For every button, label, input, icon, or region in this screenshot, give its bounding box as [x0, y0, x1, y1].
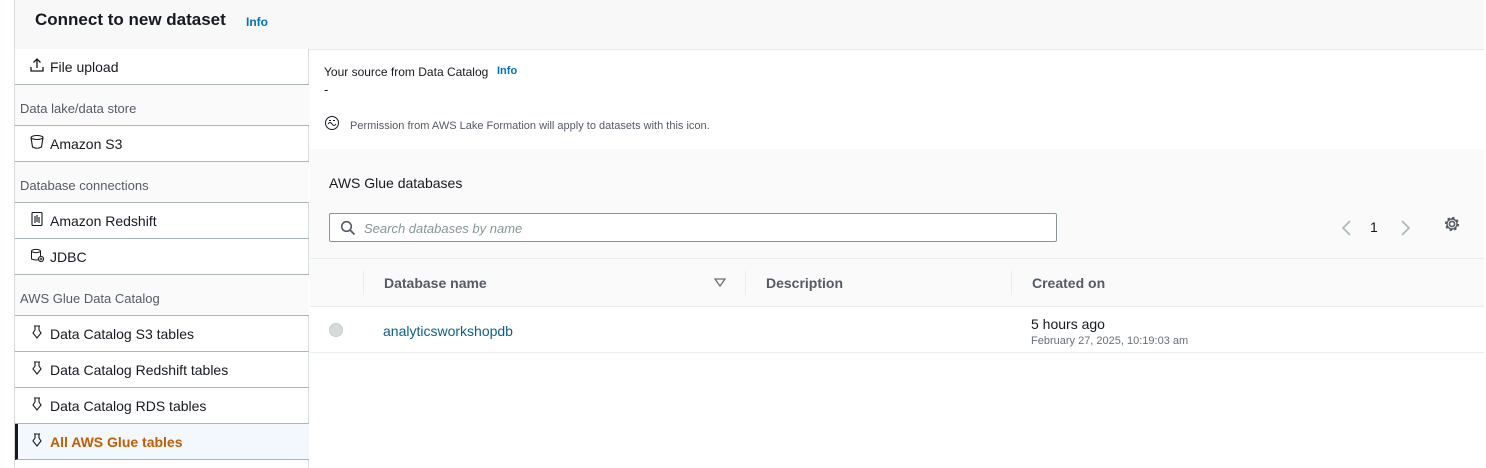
sidebar-item-catalog-redshift[interactable]: Data Catalog Redshift tables: [15, 352, 309, 388]
database-connection-icon: [31, 248, 45, 263]
sidebar-item-catalog-s3[interactable]: Data Catalog S3 tables: [15, 316, 309, 352]
column-divider: [1011, 271, 1012, 295]
sidebar-item-label: Data Catalog S3 tables: [50, 326, 194, 342]
page-number[interactable]: 1: [1370, 219, 1378, 235]
databases-header: AWS Glue databases 1: [310, 149, 1484, 259]
sidebar-item-label: Data Catalog Redshift tables: [50, 362, 229, 378]
permission-note: Permission from AWS Lake Formation will …: [350, 120, 710, 132]
bucket-icon: [30, 134, 44, 149]
search-field[interactable]: [329, 213, 1057, 242]
table-row[interactable]: analyticsworkshopdb 5 hours ago February…: [310, 307, 1484, 353]
created-relative: 5 hours ago: [1031, 316, 1105, 332]
glue-icon: [32, 325, 42, 339]
sidebar-item-amazon-s3[interactable]: Amazon S3: [15, 126, 309, 162]
source-sidebar: File upload Data lake/data store Amazon …: [14, 49, 309, 468]
sidebar-group-database: Database connections: [15, 162, 309, 203]
sidebar-item-label: Amazon Redshift: [50, 213, 157, 229]
header-info-link[interactable]: Info: [246, 15, 268, 29]
sidebar-group-label: Database connections: [20, 178, 149, 193]
table-header: Database name Description Created on: [310, 259, 1484, 307]
lake-formation-icon: [325, 116, 339, 130]
sidebar-item-label: JDBC: [50, 249, 87, 265]
sidebar-item-label: File upload: [50, 59, 119, 75]
source-label: Your source from Data Catalog: [324, 65, 489, 79]
sidebar-group-glue: AWS Glue Data Catalog: [15, 275, 309, 316]
created-absolute: February 27, 2025, 10:19:03 am: [1031, 335, 1189, 347]
databases-title: AWS Glue databases: [329, 175, 463, 191]
gear-icon[interactable]: [1443, 215, 1461, 233]
sidebar-item-catalog-rds[interactable]: Data Catalog RDS tables: [15, 388, 309, 424]
sidebar-item-label: All AWS Glue tables: [50, 434, 183, 450]
search-input[interactable]: [364, 218, 1044, 238]
column-header-created-on[interactable]: Created on: [1032, 275, 1105, 291]
row-radio[interactable]: [329, 323, 343, 337]
column-divider: [363, 271, 364, 295]
sidebar-item-amazon-redshift[interactable]: Amazon Redshift: [15, 203, 309, 239]
sidebar-group-label: Data lake/data store: [20, 101, 137, 116]
databases-panel: AWS Glue databases 1: [310, 149, 1484, 468]
column-divider: [745, 271, 746, 295]
sidebar-group-label: AWS Glue Data Catalog: [20, 291, 160, 306]
sidebar-item-label: Data Catalog RDS tables: [50, 398, 207, 414]
upload-icon: [30, 58, 44, 72]
sidebar-item-file-upload[interactable]: File upload: [15, 49, 309, 85]
page-title: Connect to new dataset: [35, 10, 226, 29]
main-panel: Your source from Data Catalog Info - Per…: [310, 49, 1484, 468]
database-name-link[interactable]: analyticsworkshopdb: [383, 323, 513, 339]
column-header-database-name[interactable]: Database name: [384, 275, 487, 291]
sidebar-item-jdbc[interactable]: JDBC: [15, 239, 309, 275]
sort-down-icon[interactable]: [714, 278, 726, 288]
sidebar-item-label: Amazon S3: [50, 136, 123, 152]
page-header: Connect to new dataset Info: [14, 0, 1484, 50]
glue-icon: [32, 433, 42, 447]
search-icon: [340, 220, 356, 236]
glue-icon: [32, 397, 42, 411]
chevron-left-icon[interactable]: [1338, 217, 1356, 239]
column-header-description[interactable]: Description: [766, 275, 843, 291]
redshift-icon: [31, 211, 43, 227]
source-value: -: [324, 82, 329, 97]
chevron-right-icon[interactable]: [1396, 217, 1414, 239]
source-info-link[interactable]: Info: [497, 65, 517, 77]
sidebar-group-datalake: Data lake/data store: [15, 85, 309, 126]
sidebar-item-all-glue[interactable]: All AWS Glue tables: [15, 424, 309, 460]
glue-icon: [32, 361, 42, 375]
